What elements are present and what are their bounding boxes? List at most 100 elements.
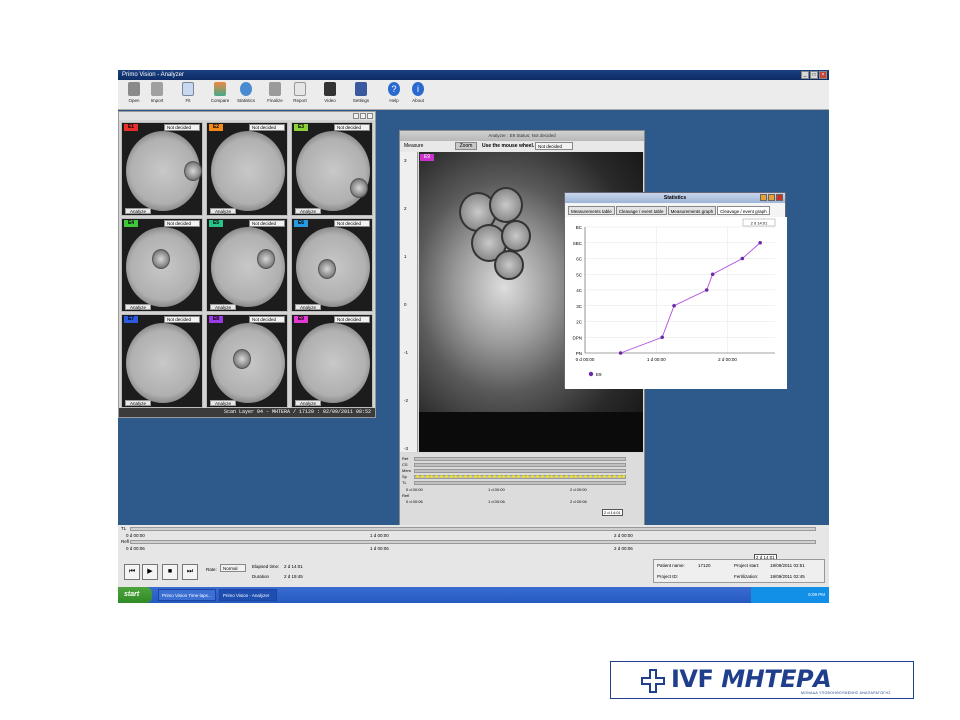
- embryo-cell-e9[interactable]: E9 Not decided Analyze: [291, 314, 373, 408]
- culture-well: [211, 227, 285, 307]
- forward-button[interactable]: ⏭: [182, 564, 198, 580]
- tab-cleavage-event-table[interactable]: Cleavage / event table: [615, 206, 667, 215]
- analyze-button[interactable]: Analyze: [210, 208, 236, 214]
- main-toolbar: Open Import Fit Compare Statistics Final…: [118, 80, 829, 110]
- status-dropdown[interactable]: Not decided: [249, 124, 285, 131]
- analyze-button[interactable]: Analyze: [125, 208, 151, 214]
- event-track[interactable]: [414, 469, 626, 473]
- tab-cleavage-event-graph[interactable]: Cleavage / event graph: [717, 206, 770, 215]
- embryo-cell-e1[interactable]: E1 Not decided Analyze: [121, 122, 203, 216]
- status-dropdown[interactable]: Not decided: [249, 316, 285, 323]
- analyze-button[interactable]: Analyze: [210, 304, 236, 310]
- status-dropdown[interactable]: Not decided: [164, 316, 200, 323]
- cleavage-graph: PN DPN 2C 3C 4C 5C 6C SBC BC 0 d 00:00 1 d 00:00 2 …: [565, 217, 787, 389]
- event-track[interactable]: [414, 463, 626, 467]
- minimize-icon[interactable]: _: [801, 71, 809, 79]
- track-label: Ref: [402, 456, 409, 461]
- analyze-button[interactable]: Analyze: [295, 304, 321, 310]
- data-point: [710, 272, 715, 277]
- embryo-tag: E2: [209, 124, 223, 131]
- track-point: [560, 475, 563, 478]
- close-icon[interactable]: [776, 194, 783, 201]
- status-dropdown[interactable]: Not decided: [334, 316, 370, 323]
- track-point: [593, 475, 597, 478]
- minimize-icon[interactable]: [760, 194, 767, 201]
- ruler-tick: -1: [404, 350, 409, 355]
- embryo-tag: E5: [209, 220, 223, 227]
- task-analyzer[interactable]: Primo Vision - Analyzer: [219, 589, 277, 601]
- zoom-button[interactable]: Zoom: [455, 142, 477, 150]
- analyze-button[interactable]: Analyze: [210, 400, 236, 406]
- analyze-button[interactable]: Analyze: [295, 400, 321, 406]
- tab-measurements-graph[interactable]: Measurements graph: [667, 206, 717, 215]
- report-icon: [294, 82, 306, 96]
- maximize-icon[interactable]: □: [810, 71, 818, 79]
- analyze-button[interactable]: Analyze: [295, 208, 321, 214]
- compare-button[interactable]: Compare: [206, 82, 234, 103]
- data-point: [618, 351, 623, 355]
- info-icon: i: [412, 82, 424, 96]
- culture-well: [296, 131, 370, 211]
- video-button[interactable]: Video: [316, 82, 344, 103]
- settings-button[interactable]: Settings: [347, 82, 375, 103]
- event-track[interactable]: [414, 457, 626, 461]
- embryo-cell-e7[interactable]: E7 Not decided Analyze: [121, 314, 203, 408]
- stop-button[interactable]: ■: [162, 564, 178, 580]
- analyze-button[interactable]: Analyze: [125, 304, 151, 310]
- rewind-button[interactable]: ⏮: [124, 564, 140, 580]
- embryo-cell-e5[interactable]: E5 Not decided Analyze: [206, 218, 288, 312]
- analyze-button[interactable]: Analyze: [125, 400, 151, 406]
- timeline-track[interactable]: [130, 540, 816, 544]
- about-button[interactable]: i About: [404, 82, 432, 103]
- embryo-cell-e6[interactable]: E6 Not decided Analyze: [291, 218, 373, 312]
- focus-ruler[interactable]: 3 2 1 0 -1 -2 -3: [400, 152, 418, 452]
- decision-dropdown[interactable]: Not decided: [535, 142, 573, 150]
- status-dropdown[interactable]: Not decided: [334, 124, 370, 131]
- embryo-cell-e8[interactable]: E8 Not decided Analyze: [206, 314, 288, 408]
- track-label: TL: [402, 480, 407, 485]
- task-timelapse[interactable]: Primo Vision Time-laps...: [158, 589, 216, 601]
- slide: Primo Vision - Analyzer _ □ × Open Impor…: [0, 0, 960, 720]
- logo-word-ivf: IVF: [671, 665, 714, 693]
- readout-text: 2 d 14:01: [751, 220, 768, 225]
- culture-well: [211, 131, 285, 211]
- close-icon[interactable]: ×: [819, 71, 827, 79]
- maximize-icon[interactable]: [768, 194, 775, 201]
- play-button[interactable]: ▶: [142, 564, 158, 580]
- data-point: [704, 288, 709, 292]
- status-dropdown[interactable]: Not decided: [164, 220, 200, 227]
- embryo-tag: E9: [294, 316, 308, 323]
- fit-button[interactable]: Fit: [174, 82, 202, 103]
- tab-measurements-table[interactable]: Measurements table: [568, 206, 615, 215]
- measure-label[interactable]: Measure: [404, 143, 423, 149]
- start-button[interactable]: start: [118, 587, 152, 603]
- maximize-icon[interactable]: [360, 113, 366, 119]
- embryo-cell-e4[interactable]: E4 Not decided Analyze: [121, 218, 203, 312]
- timeline-track[interactable]: [130, 527, 816, 531]
- statistics-window: Statistics Measurements table Cleavage / …: [564, 192, 787, 389]
- finalize-button[interactable]: Finalize: [261, 82, 289, 103]
- track-point: [444, 475, 448, 478]
- status-dropdown[interactable]: Not decided: [334, 220, 370, 227]
- embryo-cell-e3[interactable]: E3 Not decided Analyze: [291, 122, 373, 216]
- import-icon: [151, 82, 163, 96]
- close-icon[interactable]: [367, 113, 373, 119]
- import-button[interactable]: Import: [143, 82, 171, 103]
- time-marker[interactable]: 2 d 14:01: [602, 509, 623, 516]
- status-dropdown[interactable]: Not decided: [164, 124, 200, 131]
- report-button[interactable]: Report: [286, 82, 314, 103]
- blastomere: [494, 250, 524, 280]
- time-tick: 2 d 00:06: [570, 499, 587, 504]
- event-track[interactable]: [414, 481, 626, 485]
- track-point: [416, 475, 419, 478]
- status-dropdown[interactable]: Not decided: [249, 220, 285, 227]
- embryo-tag: E7: [124, 316, 138, 323]
- open-icon: [128, 82, 140, 96]
- ruler-tick: 2: [404, 206, 407, 211]
- embryo: [350, 178, 368, 198]
- embryo-cell-e2[interactable]: E2 Not decided Analyze: [206, 122, 288, 216]
- x-tick-label: 0 d 00:00: [576, 357, 595, 362]
- minimize-icon[interactable]: [353, 113, 359, 119]
- rate-dropdown[interactable]: Normal: [220, 564, 246, 572]
- statistics-button[interactable]: Statistics: [232, 82, 260, 103]
